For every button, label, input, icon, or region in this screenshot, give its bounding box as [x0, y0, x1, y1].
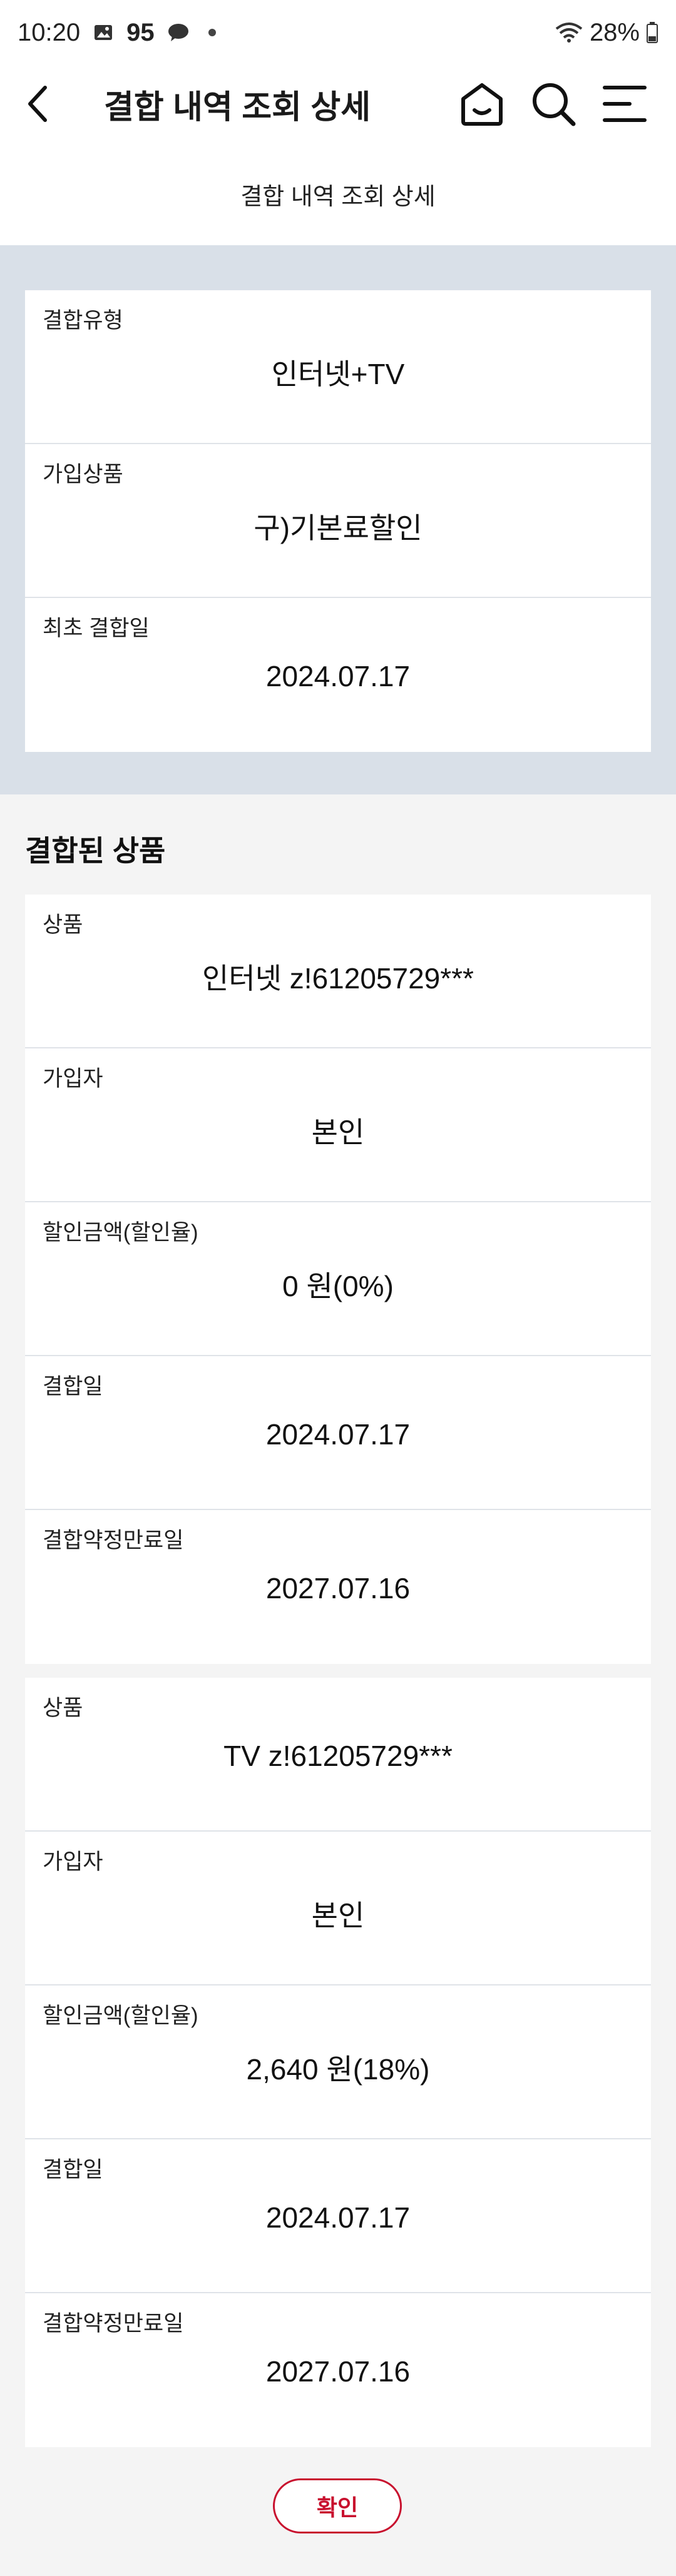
notification-count: 95 [126, 18, 155, 46]
product-row: 가입자 본인 [25, 1048, 651, 1202]
row-value: 2024.07.17 [265, 660, 411, 692]
battery-icon [646, 21, 658, 44]
home-icon [461, 83, 503, 126]
talk-icon [167, 23, 190, 43]
row-label: 상품 [43, 1696, 83, 1720]
product-row: 결합일 2024.07.17 [25, 1356, 651, 1510]
product-row: 결합약정만료일 2027.07.16 [25, 1510, 651, 1664]
row-label: 가입자 [43, 1067, 103, 1091]
gallery-icon [93, 22, 114, 43]
product-row: 결합약정만료일 2027.07.16 [25, 2293, 651, 2447]
summary-card: 결합유형 인터넷+TV 가입상품 구)기본료할인 최초 결합일 2024.07.… [25, 290, 651, 752]
row-value: 2027.07.16 [265, 1572, 411, 1605]
row-value: 인터넷 z!61205729*** [202, 962, 474, 995]
battery-percent: 28% [589, 18, 640, 46]
row-label: 결합일 [43, 2158, 103, 2182]
row-label: 최초 결합일 [43, 616, 150, 641]
product-row: 상품 인터넷 z!61205729*** [25, 895, 651, 1048]
sub-title: 결합 내역 조회 상세 [0, 143, 676, 245]
row-label: 할인금액(할인율) [43, 2004, 198, 2028]
search-button[interactable] [527, 78, 580, 130]
row-value: 본인 [311, 1116, 365, 1149]
summary-section: 결합유형 인터넷+TV 가입상품 구)기본료할인 최초 결합일 2024.07.… [0, 245, 676, 794]
product-row: 가입자 본인 [25, 1832, 651, 1985]
summary-row-type: 결합유형 인터넷+TV [25, 290, 651, 444]
row-label: 가입상품 [43, 462, 123, 487]
chevron-left-icon [28, 86, 47, 122]
row-label: 가입자 [43, 1850, 103, 1874]
page-title: 결합 내역 조회 상세 [104, 89, 371, 126]
menu-button[interactable] [598, 78, 651, 130]
product-row: 결합일 2024.07.17 [25, 2139, 651, 2293]
row-label: 할인금액(할인율) [43, 1220, 198, 1245]
row-label: 결합일 [43, 1374, 103, 1399]
row-value: 2024.07.17 [265, 2201, 411, 2234]
summary-row-first-date: 최초 결합일 2024.07.17 [25, 598, 651, 752]
row-value: 0 원(0%) [282, 1270, 394, 1302]
row-label: 결합약정만료일 [43, 2311, 184, 2336]
app-header: 결합 내역 조회 상세 [0, 65, 676, 143]
home-button[interactable] [456, 78, 508, 130]
row-label: 결합유형 [43, 308, 123, 333]
row-label: 상품 [43, 913, 83, 937]
product-row: 상품 TV z!61205729*** [25, 1678, 651, 1832]
row-value: 본인 [311, 1899, 365, 1932]
product-card-internet: 상품 인터넷 z!61205729*** 가입자 본인 할인금액(할인율) 0 … [25, 895, 651, 1664]
product-row: 할인금액(할인율) 2,640 원(18%) [25, 1985, 651, 2139]
row-value: 2,640 원(18%) [246, 2053, 430, 2086]
status-time: 10:20 [18, 18, 81, 46]
row-value: 구)기본료할인 [253, 512, 422, 544]
search-icon [533, 83, 576, 126]
row-value: TV z!61205729*** [223, 1740, 453, 1772]
more-notifications-dot [208, 29, 216, 36]
confirm-button[interactable]: 확인 [273, 2478, 402, 2533]
status-bar: 10:20 95 28% [0, 0, 676, 65]
product-row: 할인금액(할인율) 0 원(0%) [25, 1202, 651, 1356]
summary-row-product: 가입상품 구)기본료할인 [25, 444, 651, 598]
row-value: 인터넷+TV [271, 358, 405, 390]
row-value: 2024.07.17 [265, 1418, 411, 1451]
product-card-tv: 상품 TV z!61205729*** 가입자 본인 할인금액(할인율) 2,6… [25, 1678, 651, 2447]
row-value: 2027.07.16 [265, 2355, 411, 2388]
row-label: 결합약정만료일 [43, 1528, 184, 1553]
menu-icon [603, 86, 647, 122]
back-button[interactable] [25, 79, 69, 129]
wifi-icon [555, 21, 583, 44]
section-title: 결합된 상품 [25, 834, 166, 867]
